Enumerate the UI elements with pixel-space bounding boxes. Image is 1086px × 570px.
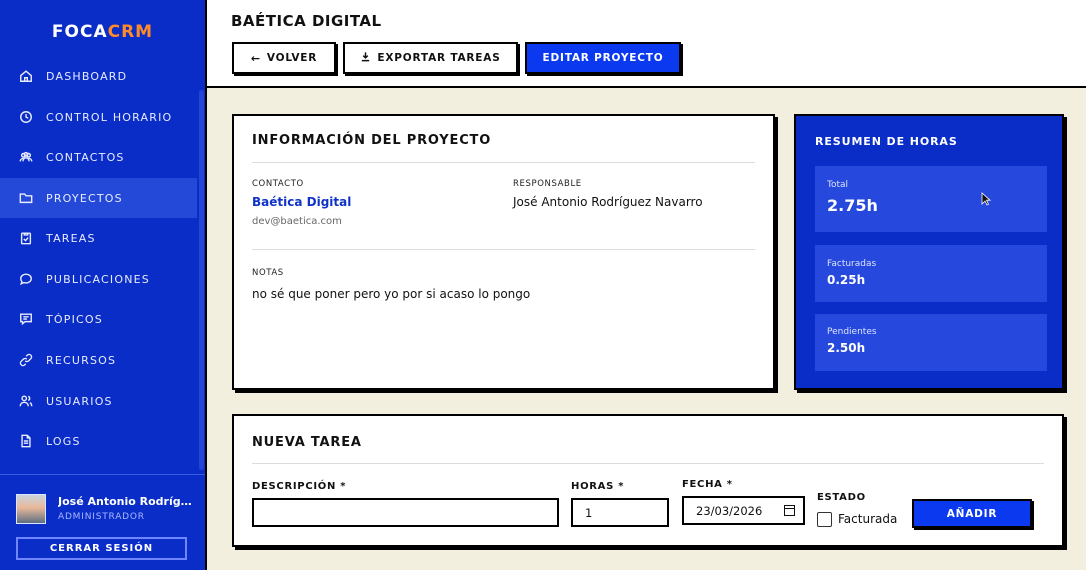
billed-hours-value: 0.25h <box>827 273 866 287</box>
app-logo[interactable]: FOCACRM <box>0 22 205 42</box>
total-hours-label: Total <box>827 180 849 190</box>
divider <box>252 249 755 250</box>
calendar-icon[interactable] <box>784 505 795 516</box>
sidebar-item-usuarios[interactable]: USUARIOS <box>0 381 197 421</box>
date-input[interactable]: 23/03/2026 <box>682 496 805 525</box>
clipboard-check-icon <box>19 231 33 245</box>
sidebar-item-label: USUARIOS <box>46 394 113 408</box>
total-hours-value: 2.75h <box>827 196 878 215</box>
divider <box>252 162 755 163</box>
back-button-label: VOLVER <box>266 52 318 64</box>
sidebar-item-topicos[interactable]: TÓPICOS <box>0 299 197 339</box>
avatar[interactable] <box>16 494 46 524</box>
sidebar-item-label: DASHBOARD <box>46 69 128 83</box>
hours-input[interactable]: 1 <box>571 498 669 527</box>
logo-accent: CRM <box>107 22 154 42</box>
back-button[interactable]: ← VOLVER <box>232 42 336 74</box>
edit-project-button[interactable]: EDITAR PROYECTO <box>525 42 681 74</box>
sidebar-item-label: CONTROL HORARIO <box>46 110 173 124</box>
pending-hours-label: Pendientes <box>827 327 877 337</box>
new-task-card: NUEVA TAREA DESCRIPCIÓN * HORAS * 1 FECH… <box>232 414 1064 547</box>
sidebar-item-label: RECURSOS <box>46 353 117 367</box>
download-icon <box>360 51 371 65</box>
sidebar-item-tareas[interactable]: TAREAS <box>0 218 197 258</box>
folder-icon <box>19 191 33 205</box>
chat-bubble-icon <box>19 272 33 286</box>
sidebar-item-label: PUBLICACIONES <box>46 272 150 286</box>
page-title: BAÉTICA DIGITAL <box>231 12 382 30</box>
user-name: José Antonio Rodríguez Navarro <box>58 495 198 508</box>
sidebar-item-logs[interactable]: LOGS <box>0 421 197 461</box>
sidebar-divider <box>0 474 205 475</box>
clock-icon <box>19 110 33 124</box>
description-input[interactable] <box>252 498 559 527</box>
message-square-icon <box>19 312 33 326</box>
document-icon <box>19 434 33 448</box>
sidebar-item-label: PROYECTOS <box>46 191 123 205</box>
hours-label: HORAS * <box>571 481 625 492</box>
responsible-name: José Antonio Rodríguez Navarro <box>513 195 703 209</box>
sidebar-item-control-horario[interactable]: CONTROL HORARIO <box>0 97 197 137</box>
sidebar-item-contactos[interactable]: CONTACTOS <box>0 137 197 177</box>
sidebar-item-label: LOGS <box>46 434 81 448</box>
pending-hours-stat: Pendientes 2.50h <box>815 314 1047 371</box>
billed-checkbox[interactable] <box>817 512 832 527</box>
date-value: 23/03/2026 <box>696 503 763 518</box>
divider <box>252 463 1044 464</box>
project-info-card: INFORMACIÓN DEL PROYECTO CONTACTO Baétic… <box>232 114 775 390</box>
user-group-icon <box>19 394 33 408</box>
sidebar-item-recursos[interactable]: RECURSOS <box>0 340 197 380</box>
sidebar-item-label: TAREAS <box>46 231 96 245</box>
contact-link[interactable]: Baética Digital <box>252 195 351 209</box>
total-hours-stat: Total 2.75h <box>815 166 1047 232</box>
sidebar-item-label: TÓPICOS <box>46 312 103 326</box>
add-task-button[interactable]: AÑADIR <box>912 499 1032 528</box>
responsible-label: RESPONSABLE <box>513 179 582 189</box>
hours-summary-title: RESUMEN DE HORAS <box>815 135 958 148</box>
home-icon <box>19 69 33 83</box>
billed-hours-stat: Facturadas 0.25h <box>815 245 1047 302</box>
sidebar-item-proyectos[interactable]: PROYECTOS <box>0 178 197 218</box>
mouse-cursor-icon <box>981 192 991 206</box>
users-icon <box>19 150 33 164</box>
sidebar-scrollbar[interactable] <box>199 90 204 470</box>
page-header: BAÉTICA DIGITAL ← VOLVER EXPORTAR TAREAS… <box>207 0 1086 88</box>
pending-hours-value: 2.50h <box>827 341 866 355</box>
billed-hours-label: Facturadas <box>827 259 877 269</box>
contact-label: CONTACTO <box>252 179 304 189</box>
description-label: DESCRIPCIÓN * <box>252 481 347 492</box>
billed-checkbox-label[interactable]: Facturada <box>838 512 897 526</box>
logout-button[interactable]: CERRAR SESIÓN <box>16 537 187 560</box>
export-tasks-button[interactable]: EXPORTAR TAREAS <box>343 42 518 74</box>
export-tasks-label: EXPORTAR TAREAS <box>377 52 501 64</box>
arrow-left-icon: ← <box>250 51 261 65</box>
sidebar-item-dashboard[interactable]: DASHBOARD <box>0 56 197 96</box>
contact-email: dev@baetica.com <box>252 216 342 227</box>
project-info-title: INFORMACIÓN DEL PROYECTO <box>252 133 492 148</box>
sidebar: FOCACRM DASHBOARD CONTROL HORARIO CONTAC… <box>0 0 207 570</box>
sidebar-item-label: CONTACTOS <box>46 150 125 164</box>
status-label: ESTADO <box>817 492 866 503</box>
date-label: FECHA * <box>682 479 733 490</box>
logo-main: FOCA <box>51 22 108 42</box>
sidebar-item-publicaciones[interactable]: PUBLICACIONES <box>0 259 197 299</box>
hours-summary-card: RESUMEN DE HORAS Total 2.75h Facturadas … <box>794 114 1064 390</box>
link-icon <box>19 353 33 367</box>
user-role: ADMINISTRADOR <box>58 512 145 522</box>
new-task-title: NUEVA TAREA <box>252 435 362 450</box>
notes-text: no sé que poner pero yo por si acaso lo … <box>252 287 531 301</box>
notes-label: NOTAS <box>252 268 284 278</box>
